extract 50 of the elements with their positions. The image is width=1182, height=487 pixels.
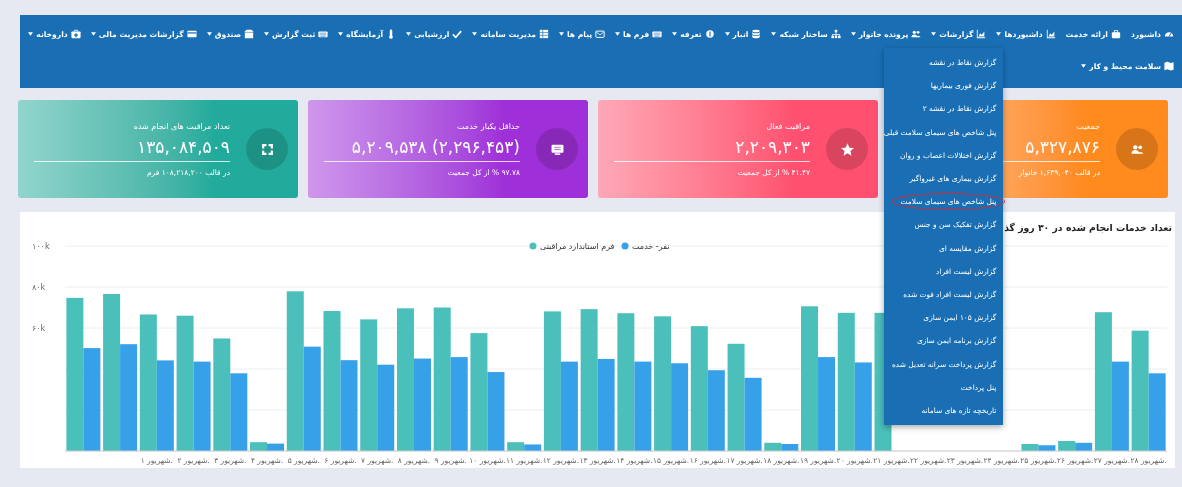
box-icon: [244, 29, 255, 39]
caret-icon: [338, 32, 344, 36]
card-value: ۲,۲۰۹,۳۰۳: [735, 136, 810, 157]
chart-icon: [1045, 29, 1056, 39]
people-icon: [911, 29, 922, 39]
caret-icon: [672, 32, 678, 36]
card-title: حداقل یکبار خدمت: [457, 121, 520, 131]
caret-icon: [558, 32, 564, 36]
caret-icon: [264, 32, 270, 36]
chart-title: تعداد خدمات انجام شده در ۳۰ روز گذ: [1004, 222, 1172, 233]
caret-icon: [931, 32, 937, 36]
check-icon: [452, 29, 463, 39]
keyboard-icon: [652, 29, 663, 39]
people-icon: [1130, 142, 1144, 156]
database-icon: [751, 29, 762, 39]
y-tick-label: ۸۰k: [32, 283, 46, 292]
monitor-icon: [550, 142, 564, 156]
card-icon: [186, 29, 197, 39]
star-icon: [840, 142, 854, 156]
map-icon: [1164, 61, 1174, 71]
legend-label: نفر- خدمت: [632, 242, 670, 251]
briefcase-icon: [1110, 29, 1121, 39]
y-tick-label: ۱۰۰k: [32, 242, 50, 251]
card-title: جمعیت: [1076, 121, 1100, 131]
gauge-icon: [1164, 29, 1174, 39]
card-title: تعداد مراقبت های انجام شده: [133, 121, 230, 131]
caret-icon: [850, 32, 856, 36]
card-value: ۵,۳۲۷,۸۷۶: [1025, 136, 1100, 157]
envelope-icon: [595, 29, 606, 39]
caret-icon: [406, 32, 412, 36]
card-title: مراقبت فعال: [766, 121, 810, 131]
y-tick-label: ۶۰k: [32, 324, 46, 333]
medkit-icon: [70, 29, 81, 39]
sitemap-icon: [830, 29, 841, 39]
table-icon: [538, 29, 549, 39]
legend-label: فرم استاندارد مراقبتی: [540, 242, 615, 251]
caret-icon: [1081, 64, 1087, 68]
frame-icon: [260, 142, 274, 156]
caret-icon: [28, 32, 34, 36]
caret-icon: [724, 32, 730, 36]
caret-icon: [90, 32, 96, 36]
caret-icon: [472, 32, 478, 36]
keyboard-icon: [318, 29, 329, 39]
caret-icon: [771, 32, 777, 36]
chart-icon: [976, 29, 987, 39]
card-value: (۲,۲۹۶,۴۵۳) ۵,۲۰۹,۵۳۸: [351, 136, 520, 157]
caret-icon: [615, 32, 621, 36]
caret-icon: [996, 32, 1002, 36]
caret-icon: [206, 32, 212, 36]
card-value: ۱۳۵,۰۸۴,۵۰۹: [137, 136, 230, 157]
